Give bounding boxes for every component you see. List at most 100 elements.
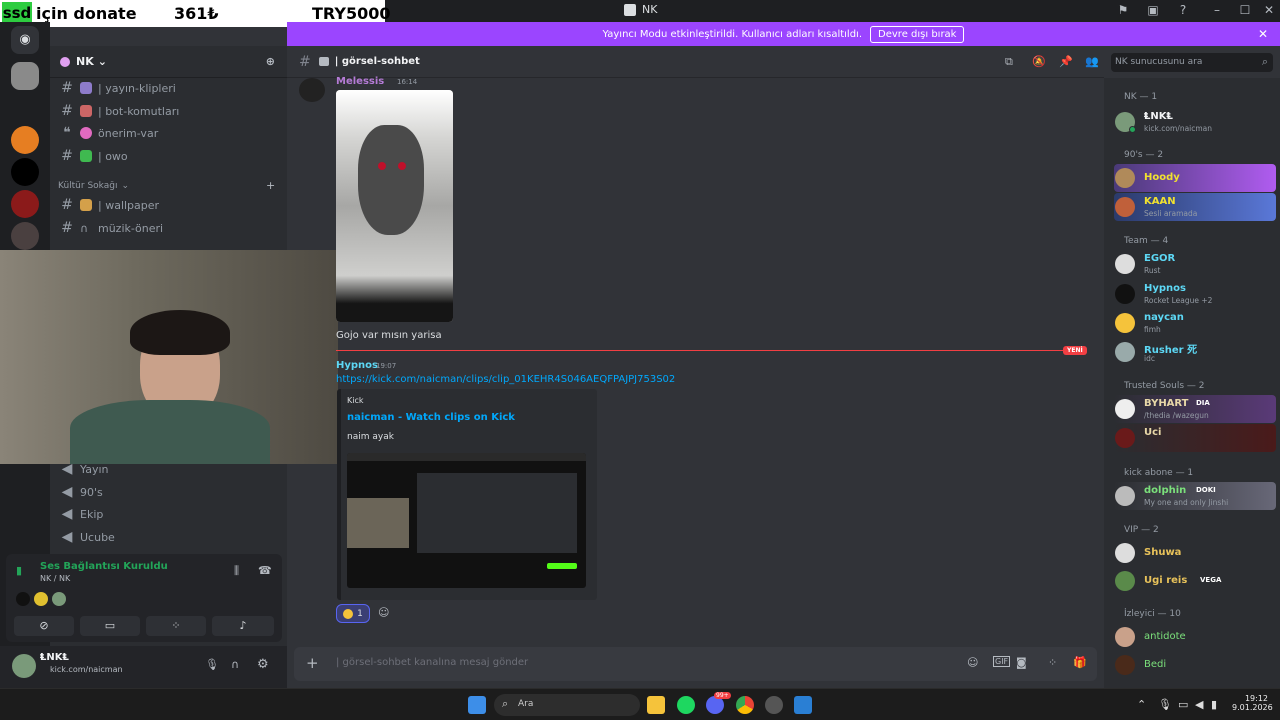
add-channel-icon[interactable]: + (266, 179, 275, 192)
chevron-up-icon[interactable]: ⌃ (1137, 698, 1146, 711)
disable-streamer-mode-button[interactable]: Devre dışı bırak (870, 25, 965, 43)
minimize-icon[interactable]: – (1210, 3, 1224, 17)
member-item[interactable]: KAAN Sesli aramada (1114, 193, 1276, 221)
voice-channel-item[interactable]: ◀ Ucube (60, 527, 115, 547)
taskbar-search[interactable]: ⌕ Ara (494, 694, 640, 716)
member-name: Uci (1144, 427, 1162, 438)
app-icon[interactable] (794, 696, 812, 714)
server-icon[interactable] (11, 190, 39, 218)
server-nk-icon[interactable] (11, 62, 39, 90)
link-embed: Kick naicman - Watch clips on Kick naim … (337, 389, 597, 600)
soundboard-button[interactable]: ♪ (212, 616, 274, 636)
user-name: ⱠNKⱠ (40, 652, 69, 663)
channel-item[interactable]: # | wallpaper (60, 195, 159, 215)
sticker-icon[interactable]: ◙ (1016, 656, 1027, 669)
pin-icon[interactable]: 📌 (1059, 55, 1073, 68)
message-composer[interactable]: + | görsel-sohbet kanalına mesaj gönder … (294, 647, 1097, 681)
avatar[interactable] (12, 654, 36, 678)
search-input[interactable]: NK sunucusunu ara ⌕ (1111, 53, 1273, 72)
attach-plus-icon[interactable]: + (306, 654, 319, 672)
channel-item[interactable]: # | bot-komutları (60, 101, 179, 121)
channel-item[interactable]: # ∩ müzik-öneri (60, 218, 163, 238)
participant-avatar[interactable] (52, 592, 66, 606)
network-icon[interactable]: ▭ (1178, 698, 1188, 711)
member-item[interactable]: Bedi (1114, 651, 1276, 679)
image-attachment[interactable] (336, 90, 453, 322)
category-header[interactable]: Kültür Sokağı ⌄ (58, 181, 129, 191)
participant-avatar[interactable] (34, 592, 48, 606)
member-item[interactable]: EGOR Rust (1114, 250, 1276, 278)
member-group-header: Trusted Souls — 2 (1124, 381, 1205, 391)
member-list: NK — 1 ⱠNKⱠ kick.com/naicman 90's — 2 Hoo… (1104, 78, 1280, 688)
camera-off-button[interactable]: ⊘ (14, 616, 74, 636)
headphones-icon[interactable]: ∩ (231, 658, 239, 671)
close-banner-icon[interactable]: ✕ (1258, 27, 1268, 41)
app-icon[interactable] (765, 696, 783, 714)
channel-item[interactable]: # | yayın-klipleri (60, 78, 176, 98)
server-icon[interactable] (11, 158, 39, 186)
windows-taskbar: ⌕ Ara 99+ ⌃ 🎙 ▭ ◀ ▮ 19:12 9.01.2026 (0, 688, 1280, 720)
member-item[interactable]: antidote (1114, 623, 1276, 651)
threads-icon[interactable]: ⧉ (1005, 55, 1013, 69)
avatar[interactable] (299, 78, 325, 102)
spotify-icon[interactable] (677, 696, 695, 714)
channel-item[interactable]: # | owo (60, 146, 128, 166)
message-author[interactable]: Hypnos (336, 360, 378, 371)
server-icon[interactable] (11, 222, 39, 250)
voice-channel-item[interactable]: ◀ Ekip (60, 504, 104, 524)
member-item[interactable]: Shuwa (1114, 539, 1276, 567)
disconnect-icon[interactable]: ☎ (258, 564, 272, 577)
member-activity: /thedia /wazegun (1144, 411, 1209, 420)
gif-icon[interactable]: GIF (993, 656, 1011, 667)
app-icon (624, 3, 636, 16)
activities-button[interactable]: ⁘ (146, 616, 206, 636)
inbox-icon[interactable]: ⚑ (1116, 3, 1130, 17)
embed-title[interactable]: naicman - Watch clips on Kick (347, 412, 515, 423)
microphone-icon[interactable]: 🎙 (205, 658, 219, 671)
headphones-icon: ∩ (80, 221, 89, 235)
noise-suppression-icon[interactable]: ⫼ (234, 564, 239, 578)
discord-home-icon[interactable]: ◉ (11, 26, 39, 54)
clock[interactable]: 19:12 9.01.2026 (1232, 694, 1273, 712)
invite-icon[interactable]: ⊕ (266, 55, 275, 68)
member-item[interactable]: Hypnos Rocket League +2 (1114, 280, 1276, 308)
screen-share-button[interactable]: ▭ (80, 616, 140, 636)
help-icon[interactable]: ? (1176, 3, 1190, 17)
apps-icon[interactable]: ⁘ (1048, 656, 1057, 669)
monitor-icon[interactable]: ▣ (1146, 3, 1160, 17)
member-item[interactable]: dolphin DOKI My one and only Jinshi (1114, 482, 1276, 510)
start-icon[interactable] (468, 696, 486, 714)
member-item[interactable]: BYHART DIA/thedia /wazegun (1114, 395, 1276, 423)
settings-gear-icon[interactable]: ⚙ (257, 657, 269, 672)
gift-icon[interactable]: 🎁 (1073, 656, 1087, 669)
microphone-icon[interactable]: 🎙 (1158, 698, 1172, 711)
server-icon[interactable] (11, 126, 39, 154)
emoji-icon[interactable]: ☺ (967, 656, 978, 669)
embed-thumbnail[interactable] (347, 453, 586, 588)
message-link[interactable]: https://kick.com/naicman/clips/clip_01KE… (336, 374, 675, 385)
reaction-button[interactable]: 1 (336, 604, 370, 623)
volume-icon[interactable]: ◀ (1195, 698, 1203, 711)
channel-label: önerim-var (98, 126, 159, 140)
message-author[interactable]: Melessis (336, 76, 384, 87)
search-icon: ⌕ (502, 697, 509, 710)
notification-icon[interactable]: 🔕 (1032, 55, 1046, 68)
chrome-icon[interactable] (736, 696, 754, 714)
member-item[interactable]: ⱠNKⱠ kick.com/naicman (1114, 108, 1276, 136)
member-item[interactable]: Rusher 死 idc (1114, 338, 1276, 366)
voice-channel-label: Yayın (80, 462, 109, 476)
member-item[interactable]: Hoody (1114, 164, 1276, 192)
file-explorer-icon[interactable] (647, 696, 665, 714)
member-list-icon[interactable]: 👥 (1085, 55, 1099, 68)
participant-avatar[interactable] (16, 592, 30, 606)
channel-item[interactable]: ❝ önerim-var (60, 123, 158, 143)
maximize-icon[interactable]: ☐ (1238, 3, 1252, 17)
battery-icon[interactable]: ▮ (1211, 698, 1217, 711)
member-item[interactable]: Uci (1114, 424, 1276, 452)
add-reaction-icon[interactable]: ☺ (378, 606, 389, 619)
member-item[interactable]: Ugi reis VEGA (1114, 567, 1276, 595)
server-header[interactable]: NK ⌄ ⊕ (50, 46, 287, 78)
close-icon[interactable]: ✕ (1262, 3, 1276, 17)
member-item[interactable]: naycan fimh (1114, 309, 1276, 337)
voice-channel-item[interactable]: ◀ 90's (60, 482, 103, 502)
